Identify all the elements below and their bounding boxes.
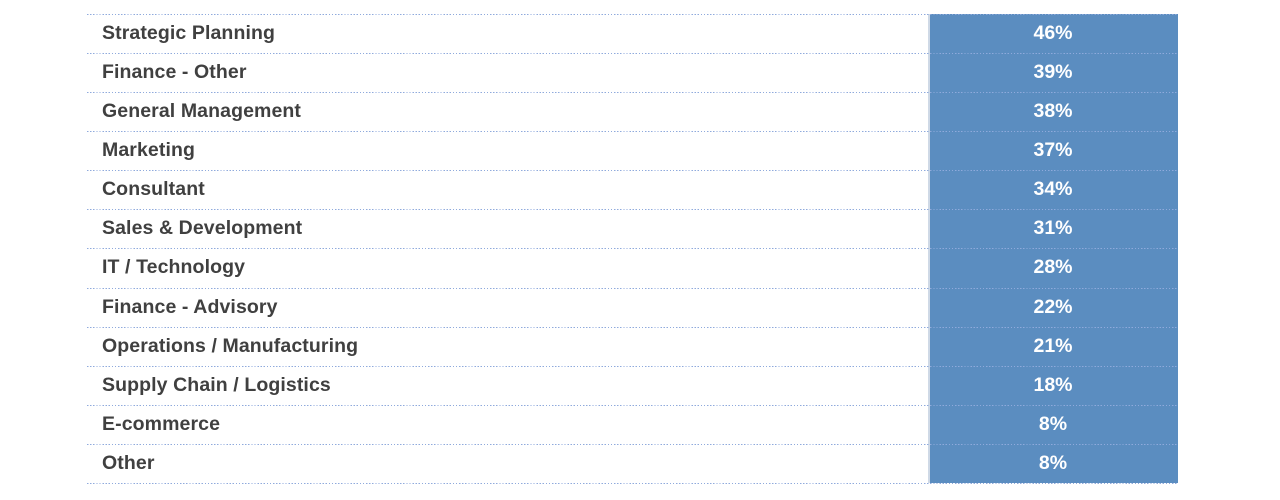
category-label: Consultant	[102, 178, 205, 201]
category-label: Sales & Development	[102, 217, 303, 240]
category-label: Operations / Manufacturing	[102, 334, 359, 357]
bar-value-label: 8%	[1038, 451, 1068, 474]
chart-row: Marketing 37%	[87, 131, 1178, 170]
category-label: Finance - Advisory	[102, 295, 278, 318]
bar-value-label: 8%	[1038, 412, 1068, 435]
bar-value-label: 37%	[1033, 139, 1073, 162]
chart-row: Finance - Other 39%	[87, 53, 1178, 92]
chart-row: Strategic Planning 46%	[87, 14, 1178, 53]
bar-value-label: 28%	[1033, 256, 1073, 279]
bar-value-label: 46%	[1033, 22, 1073, 44]
category-label: IT / Technology	[102, 256, 246, 279]
chart-row: Operations / Manufacturing 21%	[87, 326, 1178, 366]
category-label: Marketing	[102, 139, 196, 162]
bar-value-label: 39%	[1033, 61, 1073, 84]
bar-value-label: 34%	[1033, 178, 1073, 201]
chart-row: Sales & Development 31%	[87, 209, 1178, 248]
chart-row: IT / Technology 28%	[87, 248, 1178, 287]
chart-row: General Management 38%	[87, 92, 1178, 131]
bar-value-label: 22%	[1033, 295, 1073, 318]
bar-value-label: 21%	[1033, 334, 1073, 357]
gridline-bottom	[87, 483, 1178, 484]
chart-row: E-commerce 8%	[87, 404, 1178, 444]
category-label: Finance - Other	[102, 61, 247, 84]
category-label: Supply Chain / Logistics	[102, 373, 331, 396]
chart-row: Finance - Advisory 22%	[87, 287, 1178, 327]
chart-row: Consultant 34%	[87, 170, 1178, 209]
bar-value-label: 38%	[1033, 100, 1073, 123]
category-label: General Management	[102, 100, 302, 123]
horizontal-bar-chart: Strategic Planning 46% Finance - Other 39% G…	[87, 14, 1178, 484]
category-label: E-commerce	[102, 412, 221, 435]
category-label: Other	[102, 451, 155, 474]
bar-value-label: 18%	[1033, 373, 1073, 396]
chart-row: Supply Chain / Logistics 18%	[87, 365, 1178, 405]
chart-row: Other 8%	[87, 443, 1178, 483]
bar-value-label: 31%	[1033, 217, 1073, 240]
category-label: Strategic Planning	[102, 22, 275, 44]
